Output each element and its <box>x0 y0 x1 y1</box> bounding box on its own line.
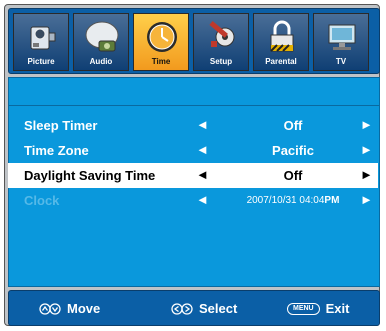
left-arrow-icon[interactable]: ◄ <box>196 142 209 157</box>
tab-setup[interactable]: Setup <box>193 13 249 71</box>
left-arrow-icon[interactable]: ◄ <box>196 117 209 132</box>
tab-label: Setup <box>209 57 233 66</box>
tab-label: Parental <box>265 57 297 66</box>
camcorder-icon <box>30 26 56 50</box>
setting-name: Time Zone <box>24 143 89 158</box>
tab-picture[interactable]: Picture <box>13 13 69 71</box>
setting-name: Clock <box>24 193 60 208</box>
clock-icon <box>147 22 177 52</box>
exit-hint: MENU Exit <box>287 300 349 316</box>
left-arrow-icon[interactable]: ◄ <box>196 167 209 182</box>
tab-label: Time <box>151 57 171 66</box>
monitor-icon <box>328 24 356 50</box>
move-label: Move <box>67 301 101 317</box>
menu-row-time-zone[interactable]: Time Zone ◄ Pacific ► <box>8 138 378 163</box>
setting-name: Daylight Saving Time <box>24 168 156 183</box>
menu-tab-bar: Picture Audio Time Setup Parental TV <box>8 8 380 74</box>
exit-label: Exit <box>325 301 350 317</box>
right-arrow-icon: ► <box>360 192 373 207</box>
right-arrow-icon[interactable]: ► <box>360 142 373 157</box>
menu-key-icon: MENU <box>287 302 320 315</box>
up-down-keys-icon <box>39 302 61 315</box>
setting-value: 2007/10/31 04:04PM <box>221 195 365 206</box>
padlock-icon <box>270 20 294 52</box>
select-label: Select <box>199 301 238 317</box>
setting-value: Off <box>283 118 303 133</box>
speaker-icon <box>85 21 119 52</box>
left-arrow-icon: ◄ <box>196 192 209 207</box>
menu-panel-top <box>8 77 380 106</box>
select-hint: Select <box>171 300 237 316</box>
tab-label: Audio <box>89 57 113 66</box>
setting-name: Sleep Timer <box>24 118 98 133</box>
tab-tv[interactable]: TV <box>313 13 369 71</box>
wrench-gear-icon <box>209 21 235 47</box>
setting-value: Off <box>283 168 303 183</box>
menu-row-sleep-timer[interactable]: Sleep Timer ◄ Off ► <box>8 113 378 138</box>
move-hint: Move <box>39 300 100 316</box>
right-arrow-icon[interactable]: ► <box>360 117 373 132</box>
tab-label: Picture <box>27 57 55 66</box>
right-arrow-icon[interactable]: ► <box>360 167 373 182</box>
tab-audio[interactable]: Audio <box>73 13 129 71</box>
left-right-keys-icon <box>171 302 193 315</box>
menu-row-daylight-saving-time[interactable]: Daylight Saving Time ◄ Off ► <box>8 163 378 188</box>
tab-label: TV <box>335 57 347 66</box>
menu-row-clock: Clock ◄ 2007/10/31 04:04PM ► <box>8 188 378 213</box>
clock-ampm: PM <box>324 195 340 206</box>
setting-value: Pacific <box>272 143 314 158</box>
clock-date-time: 2007/10/31 04:04 <box>246 195 325 206</box>
tab-time[interactable]: Time <box>133 13 189 71</box>
help-bar: Move Select MENU Exit <box>8 290 380 326</box>
tab-parental[interactable]: Parental <box>253 13 309 71</box>
